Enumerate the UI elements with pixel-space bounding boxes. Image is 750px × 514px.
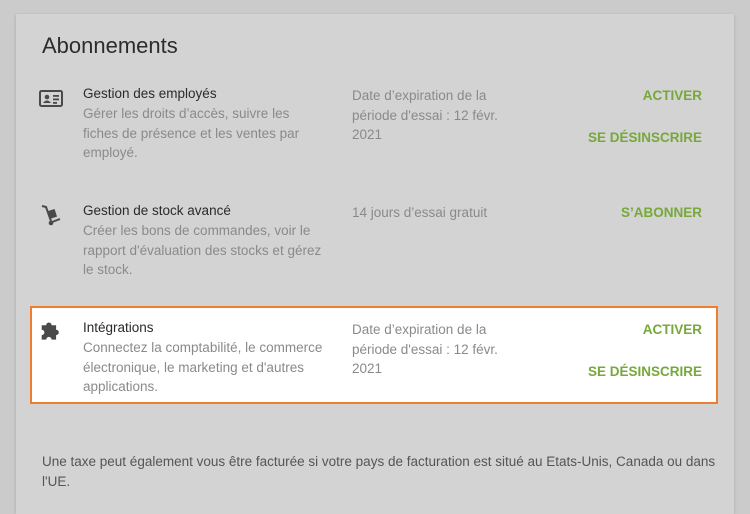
unsubscribe-button[interactable]: SE DÉSINSCRIRE xyxy=(588,130,702,145)
hand-truck-icon xyxy=(38,203,64,229)
puzzle-piece-icon xyxy=(38,320,64,346)
trial-info: Date d’expiration de la période d'essai … xyxy=(352,322,498,376)
activate-button[interactable]: ACTIVER xyxy=(643,322,702,337)
id-card-icon xyxy=(38,86,64,112)
subscription-description: Gérer les droits d’accès, suivre les fic… xyxy=(83,106,300,160)
unsubscribe-button[interactable]: SE DÉSINSCRIRE xyxy=(588,364,702,379)
trial-info: 14 jours d’essai gratuit xyxy=(352,205,488,220)
subscription-name: Gestion des employés xyxy=(83,86,217,101)
subscription-name: Gestion de stock avancé xyxy=(83,203,231,218)
subscription-description: Connectez la comptabilité, le commerce é… xyxy=(83,340,323,394)
trial-info: Date d’expiration de la période d'essai … xyxy=(352,88,498,142)
subscribe-button[interactable]: S’ABONNER xyxy=(621,205,702,220)
tax-notice: Une taxe peut également vous être factur… xyxy=(42,454,716,489)
activate-button[interactable]: ACTIVER xyxy=(643,88,702,103)
subscription-description: Créer les bons de commandes, voir le rap… xyxy=(83,223,322,277)
subscription-name: Intégrations xyxy=(83,320,154,335)
page-title: Abonnements xyxy=(42,33,178,58)
